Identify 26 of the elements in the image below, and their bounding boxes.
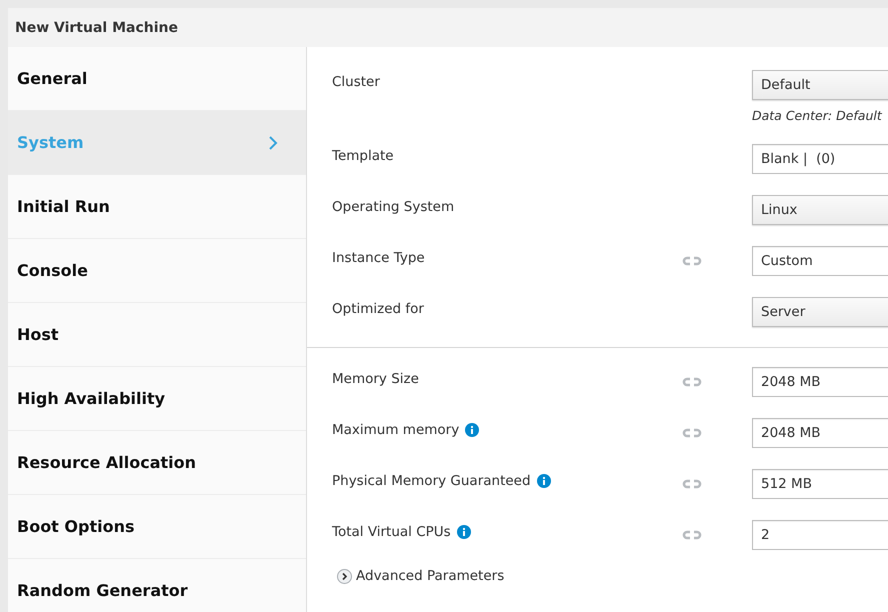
input-field[interactable]: 2 [752, 520, 888, 550]
field-label: Optimized for [332, 301, 424, 317]
advanced-parameters-toggle[interactable]: Advanced Parameters [337, 568, 888, 584]
field-label: Cluster [332, 74, 380, 90]
field-note: Data Center: Default [752, 108, 884, 123]
chevron-circle-icon [337, 568, 352, 584]
dropdown-field[interactable]: Linux [752, 195, 888, 225]
field-label: Memory Size [332, 371, 419, 387]
dropdown-field[interactable]: Default [752, 70, 888, 100]
field-label: Total Virtual CPUs [332, 524, 451, 540]
chevron-right-icon [268, 134, 278, 150]
field-label: Template [332, 148, 394, 164]
field-label: Operating System [332, 199, 454, 215]
input-field[interactable]: 2048 MB [752, 367, 888, 397]
info-icon[interactable] [465, 423, 480, 437]
input-field[interactable]: Blank | (0) [752, 144, 888, 174]
input-field[interactable]: 512 MB [752, 469, 888, 499]
field-label: Instance Type [332, 250, 425, 266]
info-icon[interactable] [536, 474, 551, 488]
dropdown-field[interactable]: Server [752, 297, 888, 327]
info-icon[interactable] [456, 525, 471, 539]
input-field[interactable]: 2048 MB [752, 418, 888, 448]
field-label: Physical Memory Guaranteed [332, 473, 531, 489]
field-label: Maximum memory [332, 422, 460, 438]
input-field[interactable]: Custom [752, 246, 888, 276]
dialog-title: New Virtual Machine [15, 20, 178, 36]
